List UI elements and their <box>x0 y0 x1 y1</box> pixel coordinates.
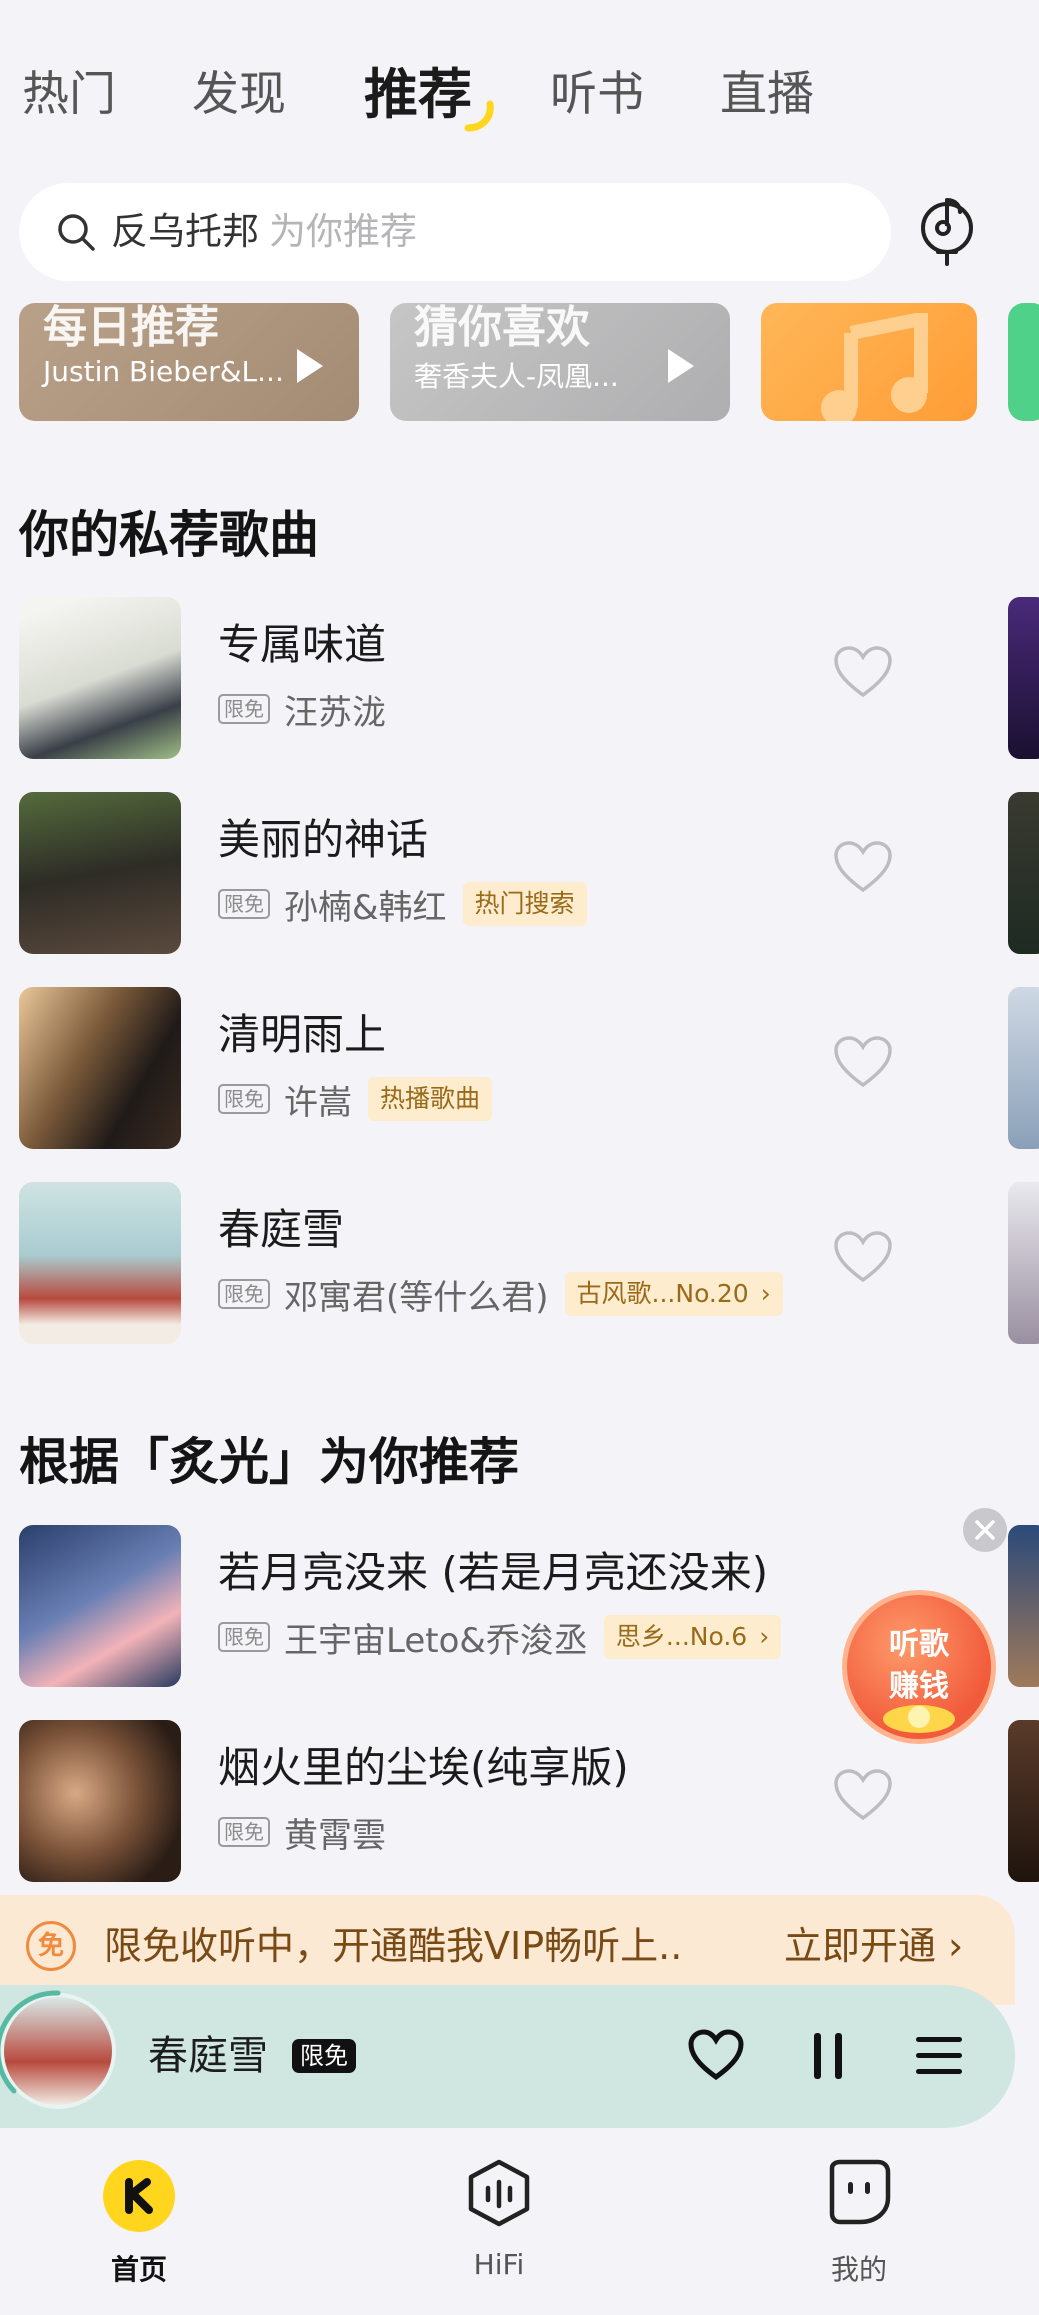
playlist-icon[interactable] <box>914 2035 964 2077</box>
album-cover <box>19 1182 181 1344</box>
tab-hot[interactable]: 热门 <box>22 55 116 135</box>
music-note-icon <box>821 313 928 421</box>
home-icon <box>103 2160 175 2232</box>
section-title-personal: 你的私荐歌曲 <box>19 506 319 564</box>
now-playing-title: 春庭雪 <box>148 2033 268 2079</box>
nav-home-label: 首页 <box>110 2253 167 2286</box>
artist-name: 许嵩 <box>284 1082 352 1123</box>
chevron-right-icon: › <box>948 1924 964 1968</box>
artist-name: 汪苏泷 <box>284 692 386 733</box>
hifi-icon <box>468 2159 530 2227</box>
heart-icon[interactable] <box>833 1230 893 1284</box>
tab-audiobook[interactable]: 听书 <box>550 55 644 135</box>
guess-you-like-card[interactable]: 猜你喜欢 奢香夫人-凤凰... <box>390 303 730 421</box>
close-icon[interactable] <box>963 1508 1007 1552</box>
chevron-right-icon: › <box>759 1622 770 1651</box>
banner-title: 每日推荐 <box>43 303 219 353</box>
tab-discover[interactable]: 发现 <box>192 55 286 135</box>
album-cover <box>19 597 181 759</box>
song-row[interactable]: 春庭雪 限免 邓寓君(等什么君) 古风歌...No.20 › <box>0 1182 1039 1345</box>
next-card-peek[interactable] <box>1008 303 1039 421</box>
earn-line1: 听歌 <box>889 1627 949 1662</box>
song-title: 春庭雪 <box>218 1205 345 1254</box>
free-badge: 限免 <box>218 694 270 724</box>
play-icon[interactable] <box>668 349 694 383</box>
banner-subtitle: 奢香夫人-凤凰... <box>414 360 619 393</box>
album-cover <box>19 1525 181 1687</box>
top-tab-bar: 热门 发现 推荐 听书 直播 <box>0 55 1039 135</box>
heart-icon[interactable] <box>833 645 893 699</box>
vip-promo-text: 限免收听中，开通酷我VIP畅听上.. <box>104 1924 683 1968</box>
song-row[interactable]: 烟火里的尘埃(纯享版) 限免 黄霄雲 <box>0 1720 1039 1883</box>
album-cover <box>19 792 181 954</box>
banner-title: 猜你喜欢 <box>414 303 590 353</box>
free-badge: 限免 <box>218 1279 270 1309</box>
search-bar[interactable]: 反乌托邦 为你推荐 <box>19 183 891 281</box>
artist-name: 黄霄雲 <box>284 1815 386 1856</box>
vip-open-label: 立即开通 <box>784 1924 937 1968</box>
next-column-peek <box>1008 1720 1039 1882</box>
song-title: 烟火里的尘埃(纯享版) <box>218 1743 629 1792</box>
song-title: 若月亮没来 (若是月亮还没来) <box>218 1548 769 1597</box>
nav-mine-label: 我的 <box>830 2253 887 2286</box>
chart-tag-label: 古风歌...No.20 <box>576 1279 749 1308</box>
music-playlist-card[interactable] <box>761 303 977 421</box>
song-title: 清明雨上 <box>218 1010 387 1059</box>
bottom-navigation: 首页 HiFi 我的 <box>0 2128 1039 2315</box>
nav-hifi-label: HiFi <box>473 2248 525 2281</box>
next-column-peek <box>1008 597 1039 759</box>
search-icon <box>58 214 95 251</box>
heart-icon[interactable] <box>833 1035 893 1089</box>
vip-open-button[interactable]: 立即开通 › <box>784 1895 963 1997</box>
artist-name: 邓寓君(等什么君) <box>284 1277 549 1318</box>
free-badge: 限免 <box>218 1622 270 1652</box>
free-badge: 限免 <box>218 1817 270 1847</box>
tab-live[interactable]: 直播 <box>720 55 814 135</box>
mini-player[interactable]: 春庭雪 限免 <box>0 1985 1015 2128</box>
album-cover <box>19 1720 181 1882</box>
hot-tag[interactable]: 热播歌曲 <box>368 1077 493 1121</box>
next-column-peek <box>1008 1182 1039 1344</box>
album-cover <box>19 987 181 1149</box>
search-placeholder: 为你推荐 <box>269 210 417 253</box>
tab-recommend[interactable]: 推荐 <box>364 55 472 135</box>
song-row[interactable]: 美丽的神话 限免 孙楠&韩红 热门搜索 <box>0 792 1039 955</box>
song-title: 美丽的神话 <box>218 815 429 864</box>
profile-face-icon <box>829 2159 891 2225</box>
free-badge: 限免 <box>292 2039 356 2073</box>
search-query: 反乌托邦 <box>111 210 259 253</box>
artist-name: 孙楠&韩红 <box>284 887 447 928</box>
chevron-right-icon: › <box>760 1279 771 1308</box>
section-title-based-on: 根据「炙光」为你推荐 <box>19 1433 519 1491</box>
heart-icon[interactable] <box>833 1768 893 1822</box>
chart-tag[interactable]: 思乡...No.6 › <box>603 1615 782 1659</box>
play-icon[interactable] <box>297 349 323 383</box>
heart-icon[interactable] <box>833 840 893 894</box>
song-row[interactable]: 清明雨上 限免 许嵩 热播歌曲 <box>0 987 1039 1150</box>
chart-tag[interactable]: 古风歌...No.20 › <box>564 1272 783 1316</box>
next-column-peek <box>1008 1525 1039 1687</box>
music-recognition-icon[interactable] <box>916 190 978 268</box>
song-row[interactable]: 专属味道 限免 汪苏泷 <box>0 597 1039 760</box>
coin-icon <box>883 1705 955 1733</box>
next-column-peek <box>1008 792 1039 954</box>
artist-name: 王宇宙Leto&乔浚丞 <box>284 1620 588 1661</box>
next-column-peek <box>1008 987 1039 1149</box>
free-icon: 免 <box>26 1921 76 1971</box>
banner-subtitle: Justin Bieber&L... <box>43 355 284 388</box>
hot-tag[interactable]: 热门搜索 <box>462 882 587 926</box>
song-title: 专属味道 <box>218 620 387 669</box>
progress-ring-icon <box>0 1990 61 2094</box>
heart-icon[interactable] <box>688 2029 744 2081</box>
free-badge: 限免 <box>218 889 270 919</box>
chart-tag-label: 思乡...No.6 <box>615 1622 748 1651</box>
pause-icon[interactable] <box>810 2031 846 2081</box>
free-badge: 限免 <box>218 1084 270 1114</box>
active-tab-indicator-icon <box>464 100 494 132</box>
listen-earn-badge[interactable]: 听歌 赚钱 <box>842 1590 996 1744</box>
daily-recommend-card[interactable]: 每日推荐 Justin Bieber&L... <box>19 303 359 421</box>
